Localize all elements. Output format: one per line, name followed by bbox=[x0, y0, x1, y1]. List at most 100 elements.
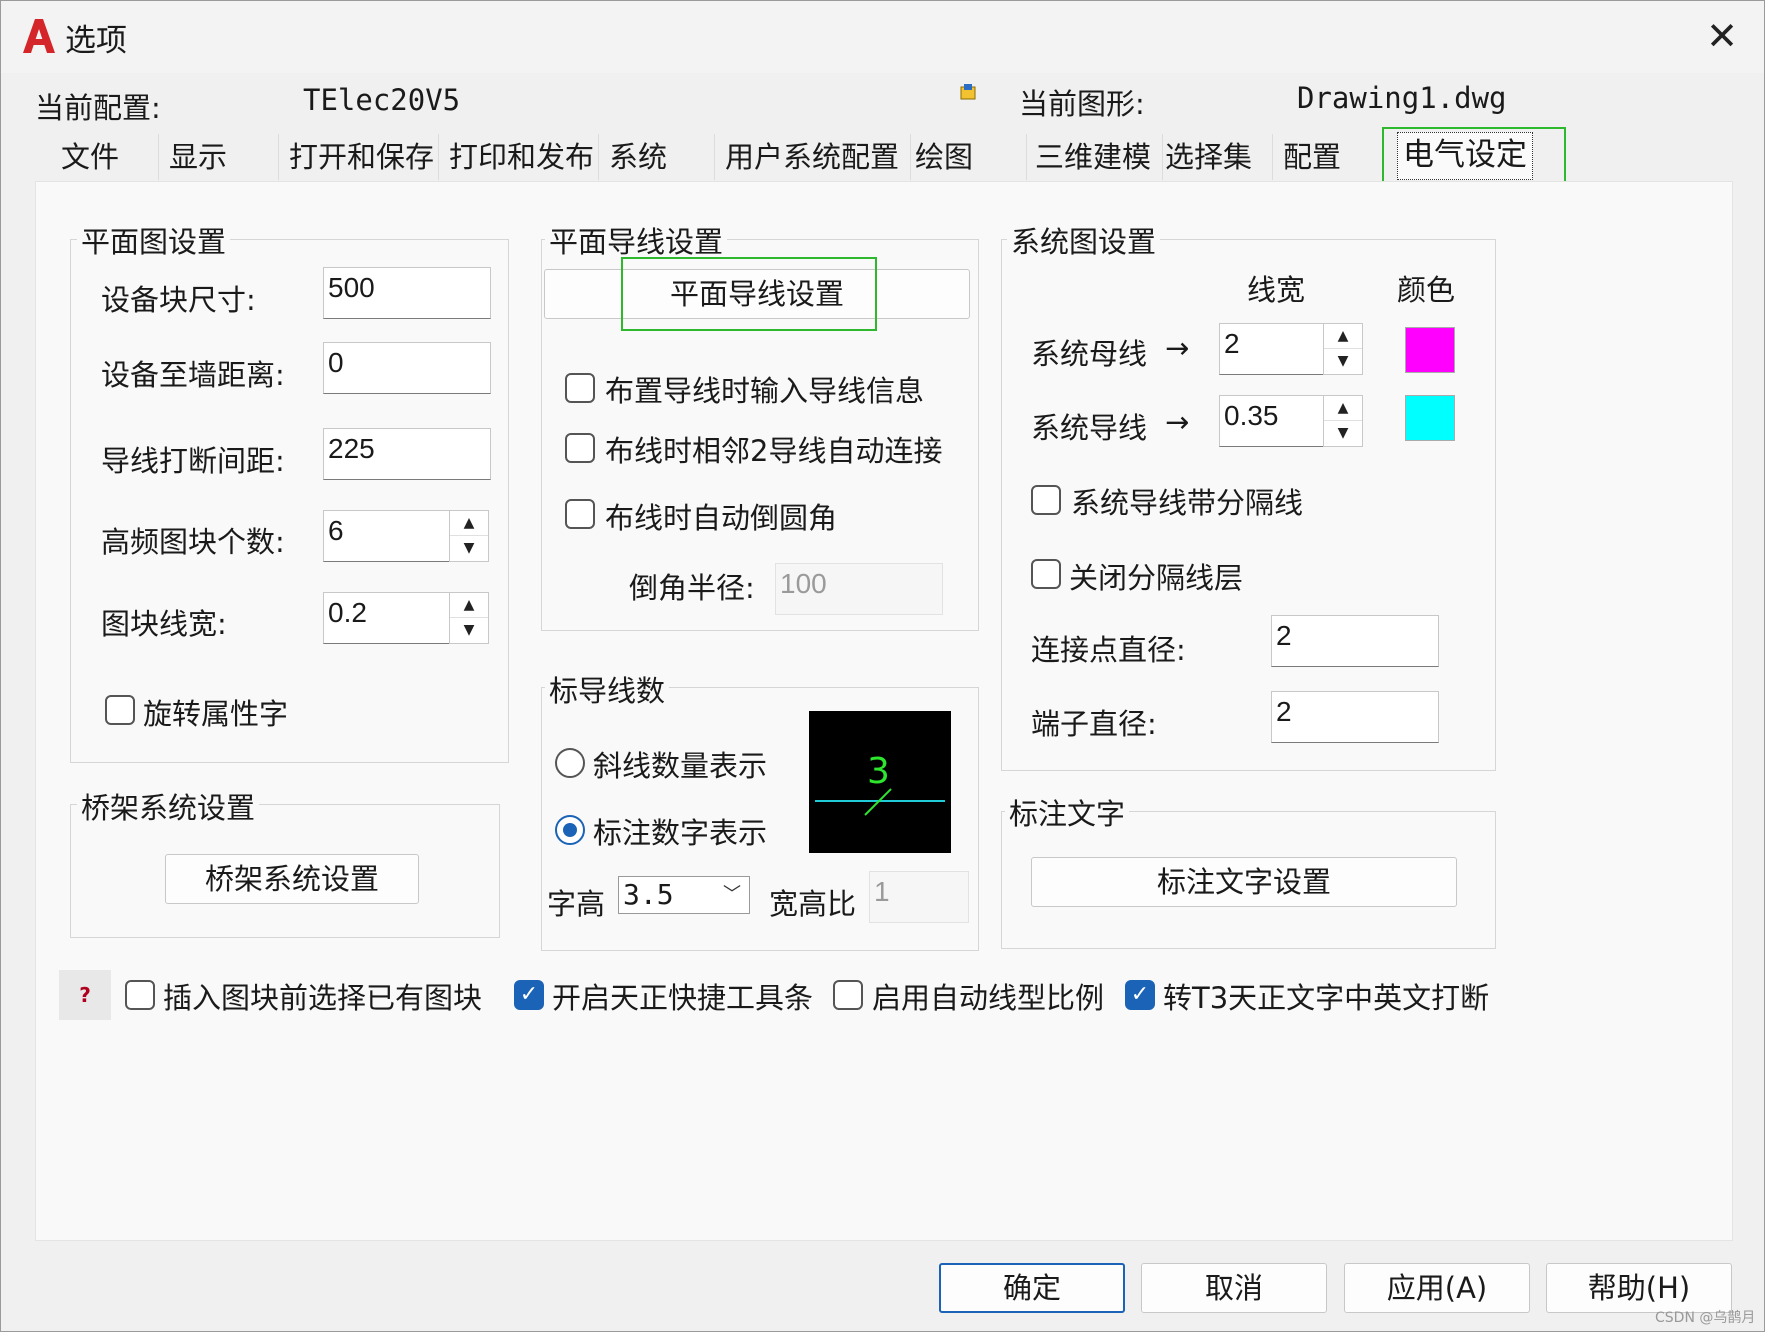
tab-files[interactable]: 文件 bbox=[51, 134, 159, 180]
select-existing-block-label: 插入图块前选择已有图块 bbox=[163, 981, 483, 1015]
tab-plot-publish[interactable]: 打印和发布 bbox=[439, 134, 599, 180]
text-height-value: 3.5 bbox=[623, 878, 674, 911]
watermark: CSDN @乌鹊月 bbox=[1655, 1310, 1756, 1326]
button-highlight-frame bbox=[621, 257, 877, 331]
bus-label: 系统母线 bbox=[1031, 337, 1148, 371]
separator-line-label: 系统导线带分隔线 bbox=[1071, 486, 1304, 520]
hf-block-count-spinner[interactable]: ▲ ▼ bbox=[449, 510, 489, 562]
window-title: 选项 bbox=[65, 23, 127, 59]
spin-up-icon[interactable]: ▲ bbox=[450, 593, 488, 618]
tab-user-preferences[interactable]: 用户系统配置 bbox=[715, 134, 911, 180]
profile-label: 当前配置: bbox=[35, 91, 161, 125]
help-question-icon[interactable]: ? bbox=[59, 970, 111, 1020]
system-diagram-title: 系统图设置 bbox=[1007, 219, 1161, 261]
bus-width-input[interactable]: 2 bbox=[1219, 323, 1325, 375]
device-wall-distance-input[interactable]: 0 bbox=[323, 342, 491, 394]
help-button[interactable]: 帮助(H) bbox=[1546, 1263, 1732, 1313]
slash-count-radio[interactable] bbox=[555, 748, 585, 778]
tab-electrical-settings[interactable]: 电气设定 bbox=[1397, 132, 1533, 180]
wire-color-swatch[interactable] bbox=[1405, 395, 1455, 441]
annotation-text-settings-button[interactable]: 标注文字设置 bbox=[1031, 857, 1457, 907]
wire-break-gap-input[interactable]: 225 bbox=[323, 428, 491, 480]
device-wall-distance-label: 设备至墙距离: bbox=[101, 358, 285, 392]
bus-color-swatch[interactable] bbox=[1405, 327, 1455, 373]
hf-block-count-input[interactable]: 6 bbox=[323, 510, 451, 562]
apply-button[interactable]: 应用(A) bbox=[1344, 1263, 1530, 1313]
aspect-ratio-label: 宽高比 bbox=[769, 887, 857, 921]
joint-diameter-input[interactable]: 2 bbox=[1271, 615, 1439, 667]
spin-down-icon[interactable]: ▼ bbox=[450, 617, 488, 643]
wire-preview-graphic: 3 bbox=[815, 751, 945, 816]
drawing-value: Drawing1.dwg bbox=[1297, 81, 1507, 115]
tab-drafting[interactable]: 绘图 bbox=[905, 134, 1027, 180]
rotate-attr-text-checkbox[interactable] bbox=[105, 695, 135, 725]
col-color-header: 颜色 bbox=[1397, 273, 1456, 307]
spin-down-icon[interactable]: ▼ bbox=[450, 535, 488, 561]
wire-width-spinner[interactable]: ▲ ▼ bbox=[1323, 395, 1363, 447]
tab-selection[interactable]: 选择集 bbox=[1155, 134, 1273, 180]
block-line-width-spinner[interactable]: ▲ ▼ bbox=[449, 592, 489, 644]
tab-display[interactable]: 显示 bbox=[159, 134, 279, 180]
spin-down-icon[interactable]: ▼ bbox=[1324, 420, 1362, 446]
close-icon[interactable]: ✕ bbox=[1701, 15, 1743, 57]
spin-up-icon[interactable]: ▲ bbox=[450, 511, 488, 536]
device-block-size-input[interactable]: 500 bbox=[323, 267, 491, 319]
drawing-file-icon bbox=[960, 84, 976, 100]
spin-up-icon[interactable]: ▲ bbox=[1324, 324, 1362, 349]
wire-arrow-icon: → bbox=[1165, 405, 1190, 439]
slash-count-label: 斜线数量表示 bbox=[593, 749, 768, 783]
tab-open-save[interactable]: 打开和保存 bbox=[279, 134, 439, 180]
profile-value: TElec20V5 bbox=[303, 83, 461, 117]
ok-button[interactable]: 确定 bbox=[939, 1263, 1125, 1313]
quick-toolbar-checkbox[interactable]: ✓ bbox=[514, 980, 544, 1010]
auto-linetype-scale-label: 启用自动线型比例 bbox=[872, 981, 1105, 1015]
input-wire-info-checkbox[interactable] bbox=[565, 373, 595, 403]
tab-profiles[interactable]: 配置 bbox=[1273, 134, 1381, 180]
fillet-radius-input[interactable]: 100 bbox=[775, 563, 943, 615]
joint-diameter-label: 连接点直径: bbox=[1031, 633, 1186, 667]
text-height-select[interactable]: 3.5 ﹀ bbox=[618, 876, 750, 914]
wire-break-gap-label: 导线打断间距: bbox=[101, 444, 285, 478]
title-bar: 选项 ✕ bbox=[1, 1, 1764, 73]
col-width-header: 线宽 bbox=[1247, 273, 1306, 307]
spin-down-icon[interactable]: ▼ bbox=[1324, 348, 1362, 374]
aspect-ratio-input[interactable]: 1 bbox=[869, 871, 969, 923]
close-separator-layer-label: 关闭分隔线层 bbox=[1069, 561, 1244, 595]
t3-text-break-checkbox[interactable]: ✓ bbox=[1125, 980, 1155, 1010]
terminal-diameter-label: 端子直径: bbox=[1031, 707, 1157, 741]
plan-wire-settings-title: 平面导线设置 bbox=[545, 219, 728, 261]
wire-count-preview: 3 bbox=[809, 711, 951, 853]
chevron-down-icon: ﹀ bbox=[723, 884, 741, 905]
auto-fillet-checkbox[interactable] bbox=[565, 499, 595, 529]
auto-connect-checkbox[interactable] bbox=[565, 433, 595, 463]
bus-arrow-icon: → bbox=[1165, 331, 1190, 365]
number-label-radio[interactable] bbox=[555, 815, 585, 845]
terminal-diameter-input[interactable]: 2 bbox=[1271, 691, 1439, 743]
auto-linetype-scale-checkbox[interactable] bbox=[833, 980, 863, 1010]
options-dialog: 选项 ✕ 当前配置: TElec20V5 当前图形: Drawing1.dwg … bbox=[0, 0, 1765, 1332]
rotate-attr-text-label: 旋转属性字 bbox=[143, 697, 289, 731]
fillet-radius-label: 倒角半径: bbox=[629, 571, 755, 605]
tab-3d-modeling[interactable]: 三维建模 bbox=[1025, 134, 1163, 180]
close-separator-layer-checkbox[interactable] bbox=[1031, 559, 1061, 589]
separator-line-checkbox[interactable] bbox=[1031, 485, 1061, 515]
preview-number: 3 bbox=[867, 751, 890, 792]
wire-count-title: 标导线数 bbox=[545, 668, 670, 710]
device-block-size-label: 设备块尺寸: bbox=[101, 283, 256, 317]
number-label-label: 标注数字表示 bbox=[593, 816, 768, 850]
input-wire-info-label: 布置导线时输入导线信息 bbox=[605, 374, 925, 408]
plan-settings-title: 平面图设置 bbox=[77, 219, 231, 261]
quick-toolbar-label: 开启天正快捷工具条 bbox=[552, 981, 814, 1015]
wire-label: 系统导线 bbox=[1031, 411, 1148, 445]
autocad-logo-icon bbox=[23, 19, 55, 53]
t3-text-break-label: 转T3天正文字中英文打断 bbox=[1163, 981, 1490, 1015]
spin-up-icon[interactable]: ▲ bbox=[1324, 396, 1362, 421]
block-line-width-input[interactable]: 0.2 bbox=[323, 592, 451, 644]
auto-fillet-label: 布线时自动倒圆角 bbox=[605, 501, 838, 535]
tray-settings-button[interactable]: 桥架系统设置 bbox=[165, 854, 419, 904]
tab-system[interactable]: 系统 bbox=[599, 134, 715, 180]
bus-width-spinner[interactable]: ▲ ▼ bbox=[1323, 323, 1363, 375]
wire-width-input[interactable]: 0.35 bbox=[1219, 395, 1325, 447]
cancel-button[interactable]: 取消 bbox=[1141, 1263, 1327, 1313]
select-existing-block-checkbox[interactable] bbox=[125, 980, 155, 1010]
